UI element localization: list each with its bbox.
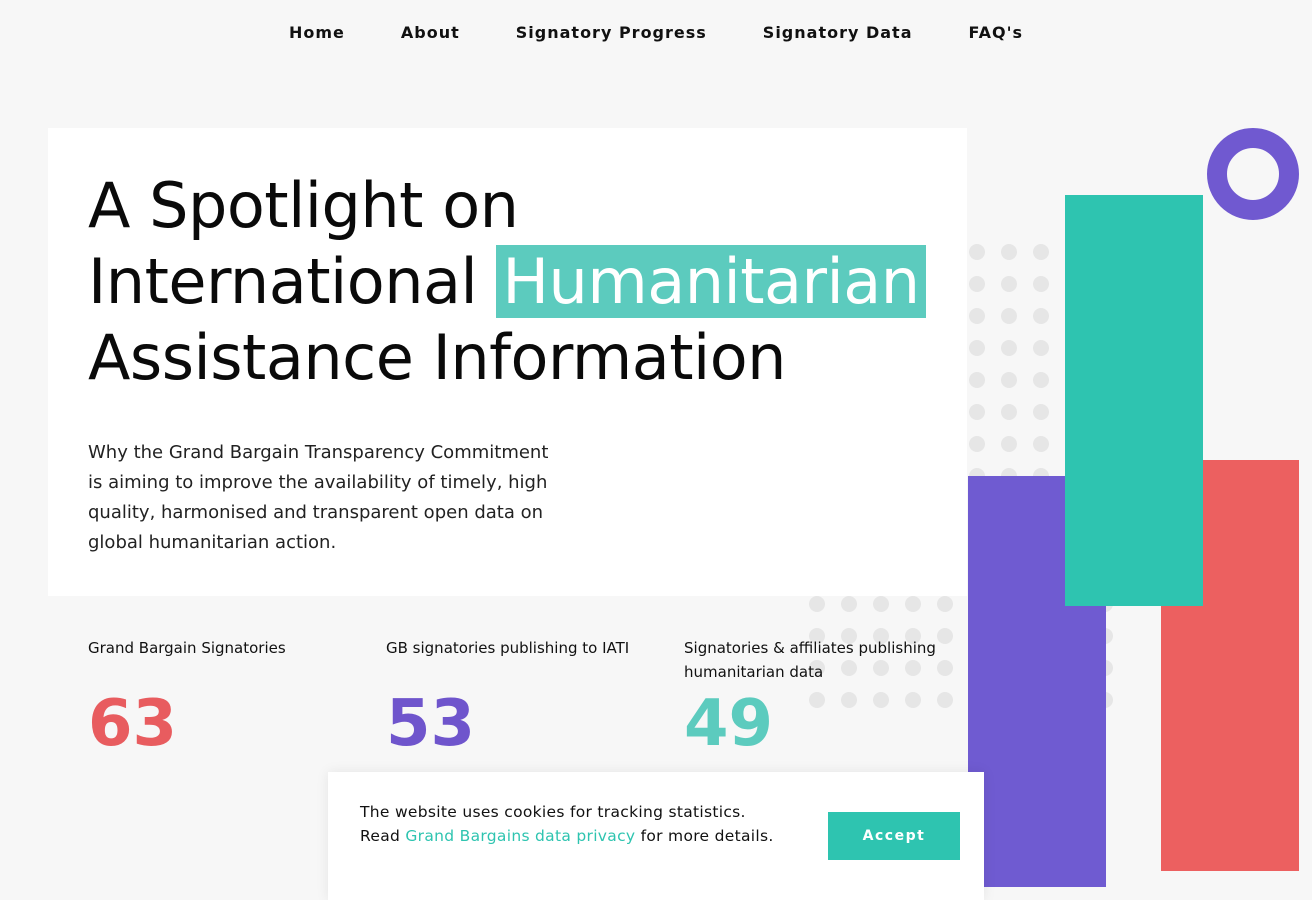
stat-publishing-iati: GB signatories publishing to IATI 53 — [386, 636, 656, 760]
accept-button[interactable]: Accept — [828, 812, 960, 860]
hero-title-line1: A Spotlight on — [88, 169, 519, 242]
decor-dot — [937, 692, 953, 708]
decor-dot — [841, 692, 857, 708]
stat-value: 49 — [684, 687, 774, 761]
decor-dot — [969, 436, 985, 452]
stat-label: GB signatories publishing to IATI — [386, 639, 630, 657]
decor-dot — [1033, 436, 1049, 452]
cookie-text-after: for more details. — [635, 827, 774, 845]
hero-title-line2: International Humanitarian — [88, 244, 948, 320]
decor-dot — [969, 276, 985, 292]
decor-dot — [937, 596, 953, 612]
decor-dot — [1033, 276, 1049, 292]
decor-dot — [905, 692, 921, 708]
decor-dot — [1001, 244, 1017, 260]
stat-label: Grand Bargain Signatories — [88, 639, 286, 657]
stat-humanitarian-data: Signatories & affiliates publishing huma… — [684, 636, 954, 760]
decor-dot — [1001, 276, 1017, 292]
decor-dot — [969, 404, 985, 420]
nav-signatory-progress[interactable]: Signatory Progress — [516, 23, 707, 42]
decor-dot — [1033, 340, 1049, 356]
decor-dot — [841, 596, 857, 612]
decor-dot — [1033, 404, 1049, 420]
privacy-link[interactable]: Grand Bargains data privacy — [405, 827, 635, 845]
decor-dot — [1001, 404, 1017, 420]
decor-dot — [873, 692, 889, 708]
nav-faqs[interactable]: FAQ's — [969, 23, 1024, 42]
cookie-banner: The website uses cookies for tracking st… — [328, 772, 984, 900]
decor-dot — [905, 596, 921, 612]
decor-dot — [969, 372, 985, 388]
stat-label: Signatories & affiliates publishing huma… — [684, 639, 936, 681]
decor-dot — [1001, 372, 1017, 388]
decor-dot — [1001, 436, 1017, 452]
decor-dot — [1033, 372, 1049, 388]
decor-dot — [1001, 340, 1017, 356]
decor-dot — [969, 244, 985, 260]
cookie-text: The website uses cookies for tracking st… — [360, 800, 780, 848]
decor-teal-bar — [1065, 195, 1203, 606]
stat-value: 63 — [88, 687, 178, 761]
decor-ring-icon — [1207, 128, 1299, 220]
decor-dot — [809, 596, 825, 612]
decor-dot — [809, 692, 825, 708]
hero-title-highlight: Humanitarian — [496, 245, 926, 318]
nav-about[interactable]: About — [401, 23, 460, 42]
stat-signatories: Grand Bargain Signatories 63 — [88, 636, 358, 760]
top-nav: Home About Signatory Progress Signatory … — [0, 0, 1312, 64]
decor-dot — [1033, 244, 1049, 260]
decor-dot — [873, 596, 889, 612]
decor-dot — [969, 308, 985, 324]
hero-title: A Spotlight on International Humanitaria… — [88, 168, 948, 396]
hero-description: Why the Grand Bargain Transparency Commi… — [88, 442, 549, 553]
nav-home[interactable]: Home — [289, 23, 345, 42]
hero-title-line3: Assistance Information — [88, 321, 786, 394]
nav-signatory-data[interactable]: Signatory Data — [763, 23, 913, 42]
hero-title-prefix: International — [88, 245, 497, 318]
decor-dot — [1001, 308, 1017, 324]
decor-dot — [1033, 308, 1049, 324]
stat-value: 53 — [386, 687, 476, 761]
decor-dot — [969, 340, 985, 356]
